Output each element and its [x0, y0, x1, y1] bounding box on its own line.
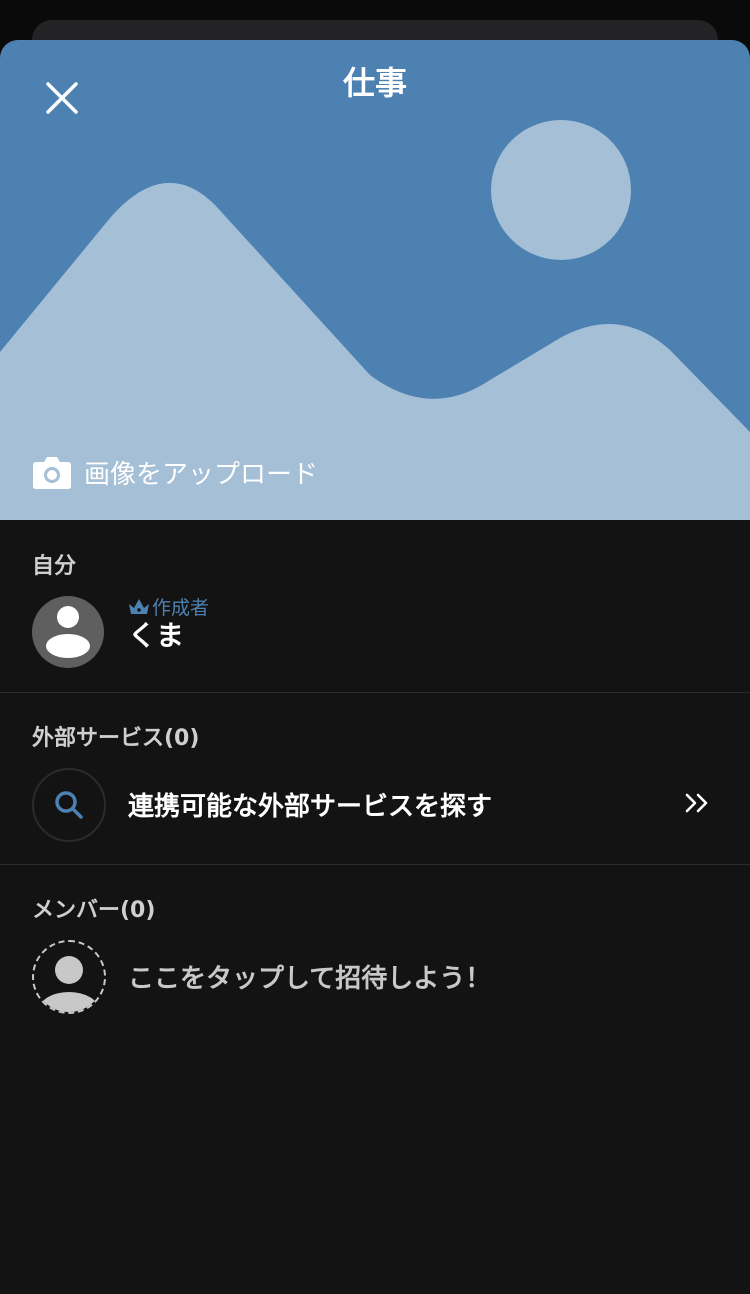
- avatar[interactable]: [32, 596, 104, 668]
- page-title: 仕事: [342, 64, 407, 102]
- invite-member-label: ここをタップして招待しよう！: [128, 964, 492, 994]
- invite-member-row[interactable]: ここをタップして招待しよう！: [0, 940, 750, 1016]
- upload-image-button[interactable]: 画像をアップロード: [32, 452, 318, 492]
- divider: [0, 692, 750, 693]
- double-chevron-right-icon: [685, 793, 708, 813]
- header-image-placeholder[interactable]: 仕事 画像をアップロード: [0, 40, 750, 520]
- camera-icon: [33, 457, 71, 489]
- upload-image-label: 画像をアップロード: [84, 459, 319, 490]
- person-icon: [39, 956, 99, 1012]
- invite-avatar: [32, 940, 106, 1014]
- user-name: くま: [128, 619, 185, 652]
- self-section-label: 自分: [32, 554, 77, 579]
- person-icon: [46, 606, 90, 658]
- members-section-label: メンバー(0): [32, 898, 156, 923]
- group-sheet: 仕事 画像をアップロード 自分 作成者 くま 外部サービス(0) 連携可能な外部…: [0, 40, 750, 1294]
- find-external-services-label: 連携可能な外部サービスを探す: [128, 792, 493, 822]
- divider: [0, 864, 750, 865]
- find-external-services-row[interactable]: 連携可能な外部サービスを探す: [0, 768, 750, 844]
- placeholder-landscape-icon: [0, 120, 750, 520]
- search-icon: [55, 791, 83, 819]
- external-services-section-label: 外部サービス(0): [32, 726, 200, 751]
- search-button: [32, 768, 106, 842]
